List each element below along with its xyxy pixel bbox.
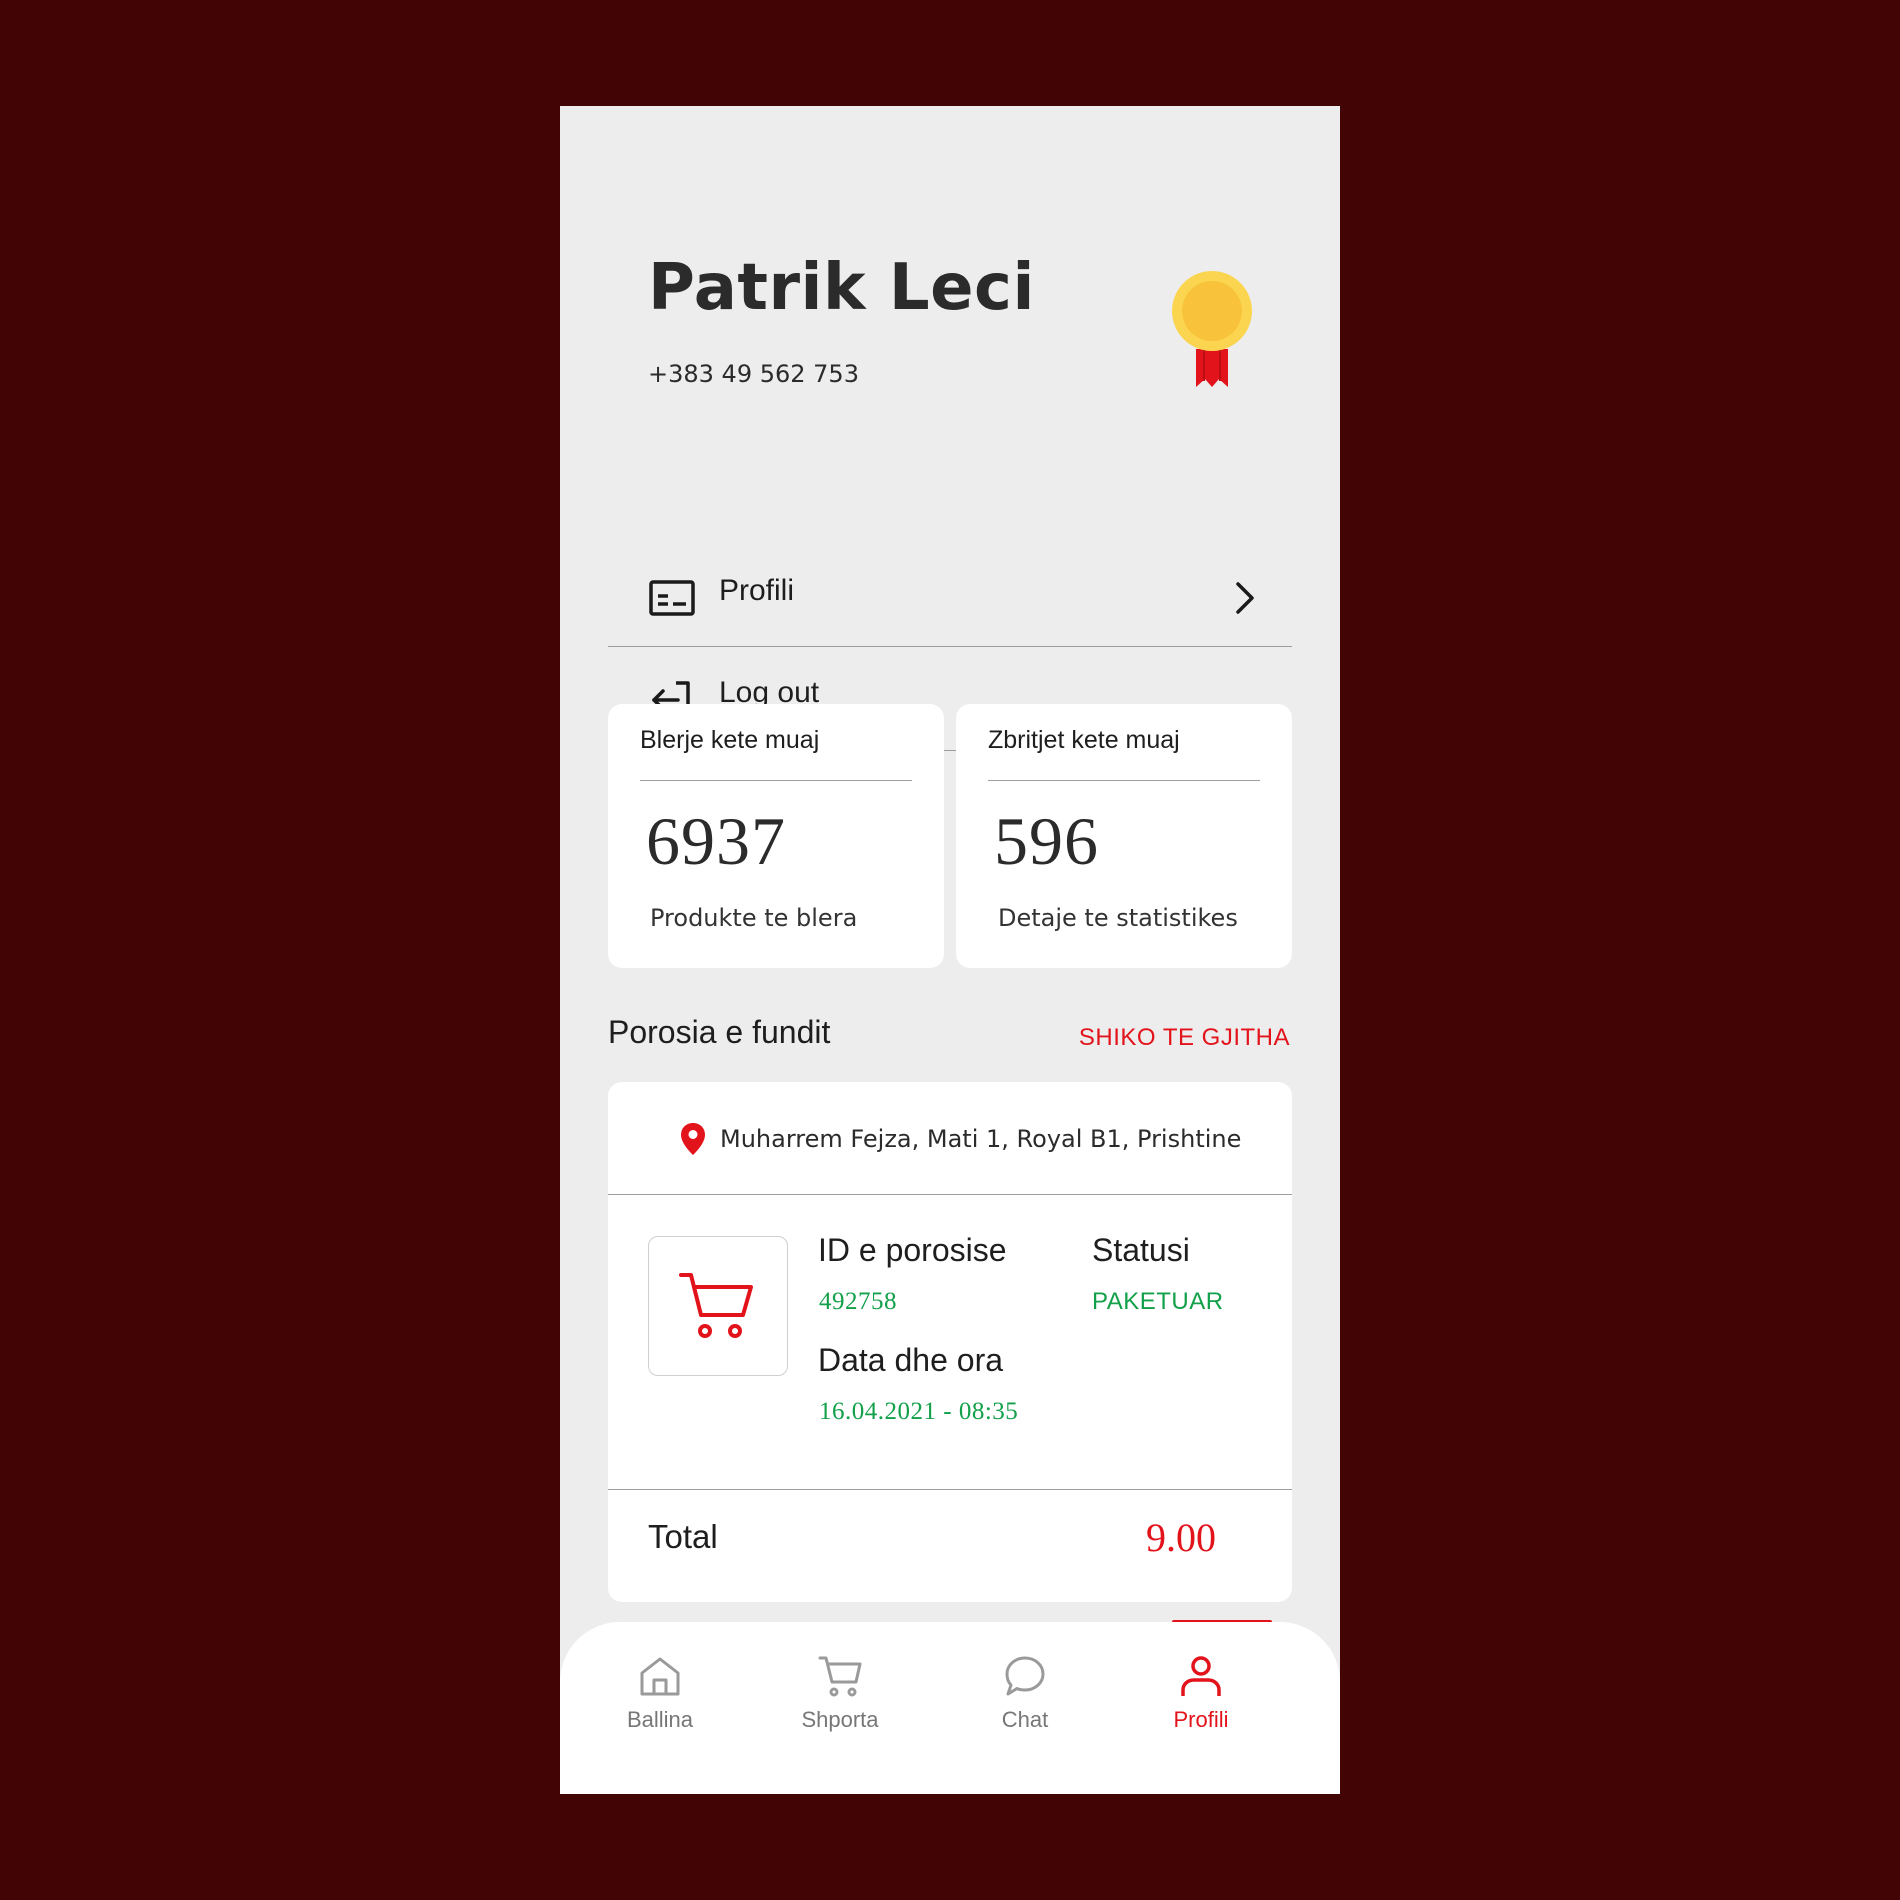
- order-date-value: 16.04.2021 - 08:35: [819, 1398, 1019, 1425]
- medal-icon: [1172, 271, 1252, 387]
- order-id-label: ID e porosise: [818, 1232, 1007, 1268]
- order-address-row: Muharrem Fejza, Mati 1, Royal B1, Prisht…: [608, 1082, 1292, 1195]
- chat-icon: [1005, 1656, 1045, 1696]
- menu-item-label: Profili: [719, 574, 795, 607]
- divider: [988, 780, 1260, 781]
- stat-card-purchases[interactable]: Blerje kete muaj 6937 Produkte te blera: [608, 704, 944, 968]
- tab-label: Profili: [1173, 1707, 1229, 1732]
- chevron-right-icon: [1236, 582, 1254, 614]
- stat-title: Zbritjet kete muaj: [988, 726, 1180, 754]
- location-pin-icon: [681, 1123, 705, 1155]
- section-title-last-order: Porosia e fundit: [608, 1014, 831, 1050]
- bottom-tab-bar: Ballina Shporta Chat Profili: [560, 1622, 1340, 1794]
- stat-title: Blerje kete muaj: [640, 726, 820, 754]
- order-date-label: Data dhe ora: [818, 1342, 1004, 1378]
- order-address: Muharrem Fejza, Mati 1, Royal B1, Prisht…: [720, 1125, 1242, 1153]
- stat-value: 596: [994, 803, 1099, 879]
- tab-ballina[interactable]: Ballina: [580, 1622, 740, 1772]
- order-total-value: 9.00: [1146, 1515, 1216, 1560]
- tab-profili[interactable]: Profili: [1121, 1622, 1281, 1772]
- profile-name: Patrik Leci: [648, 251, 1035, 325]
- profile-phone: +383 49 562 753: [648, 360, 859, 388]
- order-total-label: Total: [648, 1518, 718, 1555]
- stat-subtitle: Detaje te statistikes: [998, 904, 1238, 932]
- tab-label: Chat: [1001, 1707, 1049, 1732]
- tab-shporta[interactable]: Shporta: [760, 1622, 920, 1772]
- order-status-label: Statusi: [1092, 1232, 1190, 1268]
- phone-screen: Patrik Leci +383 49 562 753 Profili Log …: [560, 106, 1340, 1794]
- stat-card-discounts[interactable]: Zbritjet kete muaj 596 Detaje te statist…: [956, 704, 1292, 968]
- cart-icon: [818, 1656, 862, 1697]
- see-all-link[interactable]: SHIKO TE GJITHA: [1079, 1024, 1290, 1052]
- order-status-badge: PAKETUAR: [1092, 1288, 1224, 1315]
- stat-value: 6937: [646, 803, 786, 879]
- cart-icon: [679, 1273, 753, 1338]
- tab-label: Shporta: [801, 1707, 879, 1732]
- tab-chat[interactable]: Chat: [945, 1622, 1105, 1772]
- id-card-icon: [649, 580, 695, 616]
- tab-label: Ballina: [626, 1707, 694, 1732]
- home-icon: [640, 1657, 680, 1696]
- user-icon: [1181, 1656, 1221, 1696]
- divider: [640, 780, 912, 781]
- last-order-card[interactable]: Muharrem Fejza, Mati 1, Royal B1, Prisht…: [608, 1082, 1292, 1602]
- divider: [608, 1489, 1292, 1490]
- order-id-value: 492758: [819, 1288, 897, 1315]
- menu-item-profili[interactable]: Profili: [608, 544, 1292, 647]
- stat-subtitle: Produkte te blera: [650, 904, 858, 932]
- order-thumbnail: [648, 1236, 788, 1376]
